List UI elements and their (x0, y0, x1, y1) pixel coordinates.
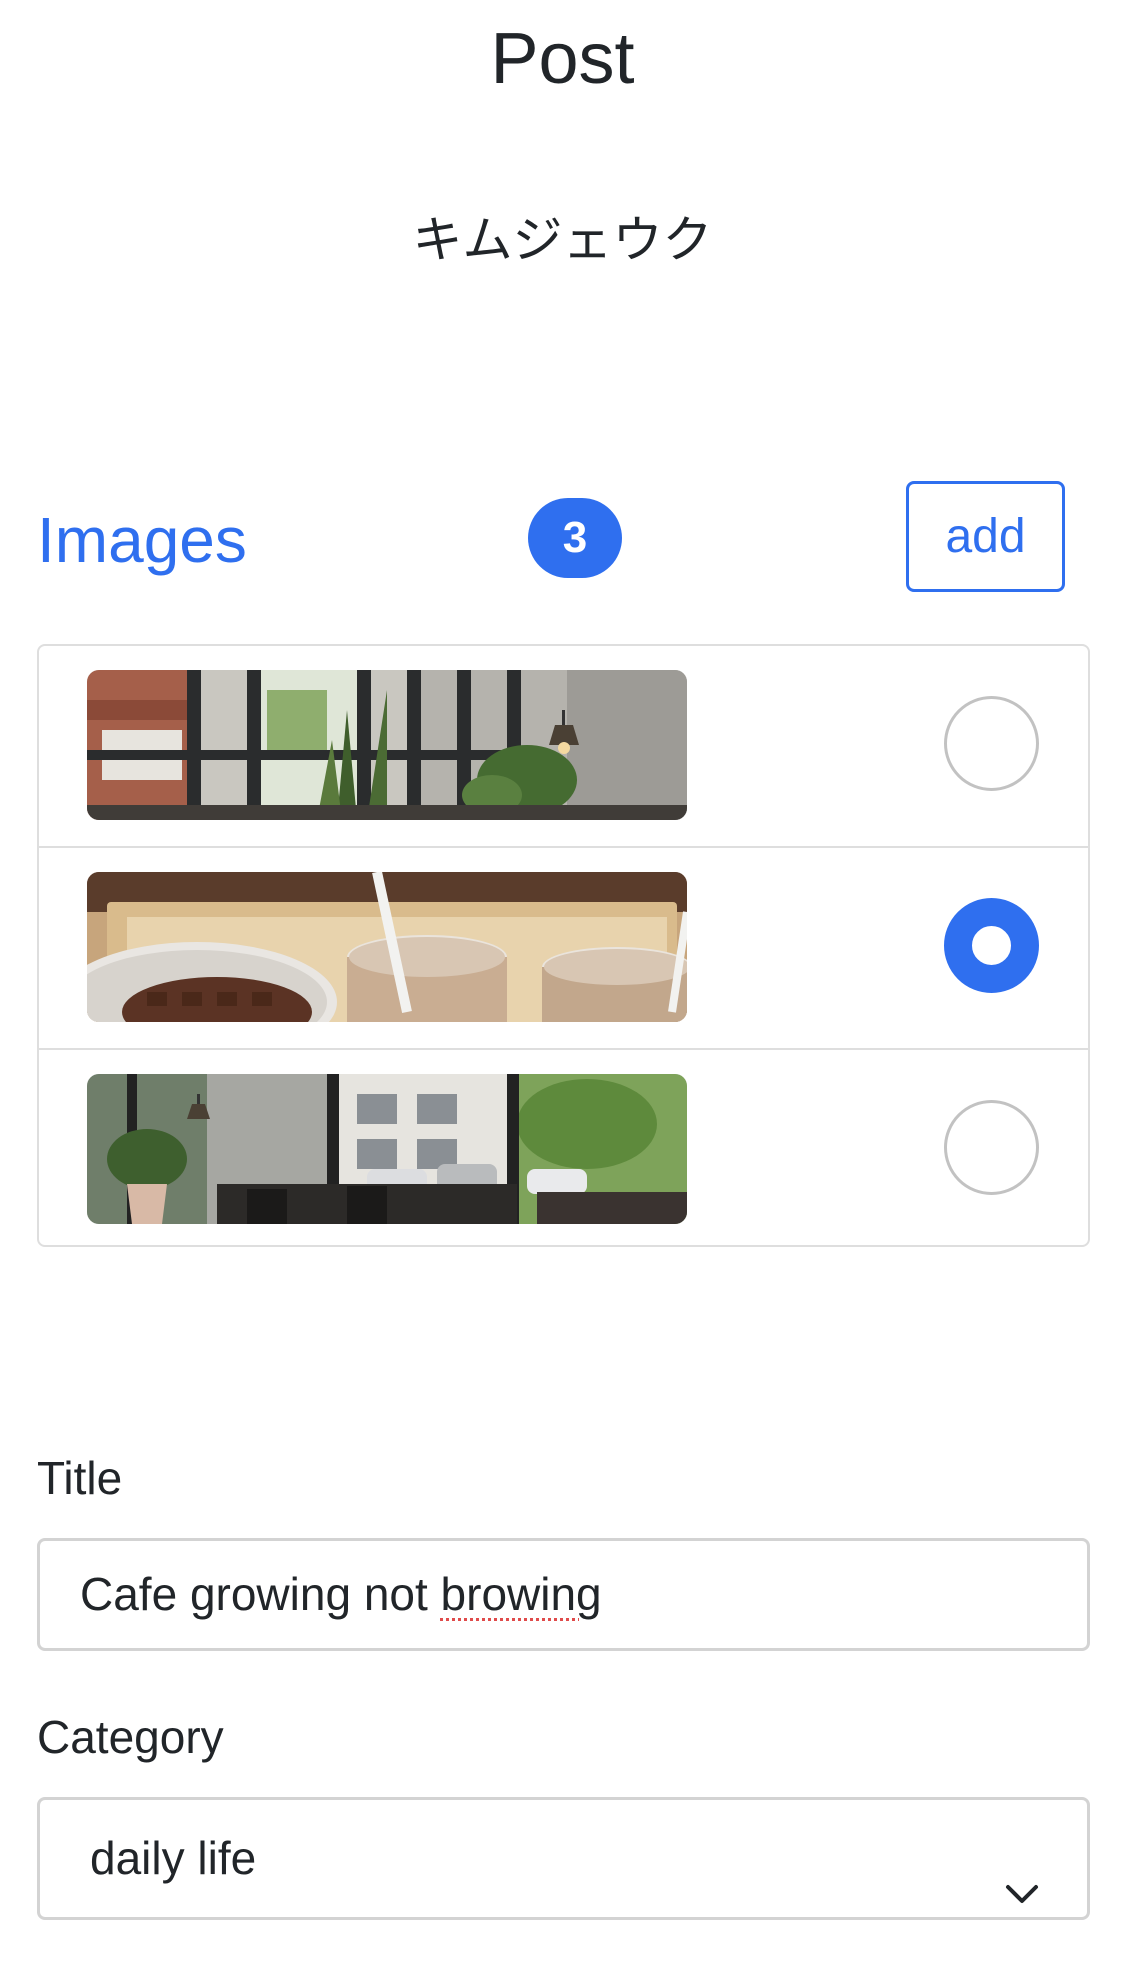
misspelled-word: browing (440, 1568, 602, 1620)
title-input-text: Cafe growing not (80, 1568, 441, 1620)
image-select-radio[interactable] (944, 696, 1039, 791)
image-list-item[interactable] (39, 848, 1088, 1050)
waffle-and-iced-coffee-photo (87, 872, 687, 1022)
images-heading: Images (37, 504, 247, 576)
image-count-badge: 3 (528, 498, 622, 578)
title-input[interactable]: Cafe growing not browing (37, 1538, 1090, 1651)
category-label: Category (37, 1711, 224, 1763)
chevron-down-icon (1002, 1840, 1042, 1903)
add-image-button[interactable]: add (906, 481, 1065, 592)
image-select-radio[interactable] (944, 898, 1039, 993)
category-select-value: daily life (90, 1832, 257, 1884)
page-title: Post (490, 19, 635, 99)
image-list-item[interactable] (39, 646, 1088, 848)
image-list-item[interactable] (39, 1050, 1088, 1245)
cafe-window-interior-photo (87, 670, 687, 820)
cafe-street-view-photo (87, 1074, 687, 1224)
image-list (37, 644, 1090, 1247)
author-name: キムジェウク (412, 211, 713, 269)
category-select[interactable]: daily life (37, 1797, 1090, 1920)
image-select-radio[interactable] (944, 1100, 1039, 1195)
title-label: Title (37, 1452, 123, 1504)
